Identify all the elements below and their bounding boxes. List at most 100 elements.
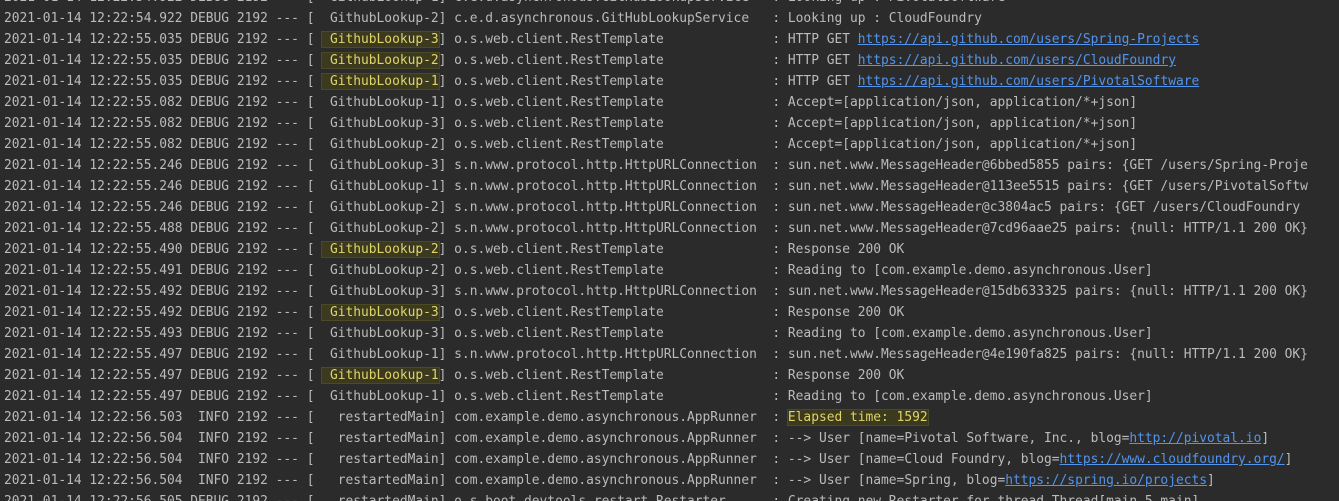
log-pid: 2192 xyxy=(236,473,268,488)
log-timestamp: 2021-01-14 12:22:56.505 xyxy=(4,494,183,501)
log-logger: com.example.demo.asynchronous.AppRunner xyxy=(454,410,765,425)
log-level: DEBUG xyxy=(190,32,230,47)
log-thread: GithubLookup-1 xyxy=(322,0,439,5)
log-thread: GithubLookup-1 xyxy=(322,95,439,110)
log-thread: restartedMain xyxy=(322,473,439,488)
log-thread: GithubLookup-1 xyxy=(322,347,439,362)
log-message: sun.net.www.MessageHeader@7cd96aae25 pai… xyxy=(787,221,1308,236)
log-message: sun.net.www.MessageHeader@c3804ac5 pairs… xyxy=(787,200,1301,215)
log-thread: GithubLookup-3 xyxy=(322,116,439,131)
log-logger: o.s.web.client.RestTemplate xyxy=(454,242,765,257)
log-message-tail: ] xyxy=(1207,473,1215,488)
log-pid: 2192 xyxy=(236,347,268,362)
log-line: 2021-01-14 12:22:55.497 DEBUG 2192 --- [… xyxy=(4,347,1308,362)
log-pid: 2192 xyxy=(236,95,268,110)
log-level: DEBUG xyxy=(190,494,229,501)
log-message: --> User [name=Spring, blog= xyxy=(787,473,1006,488)
log-logger: s.n.www.protocol.http.HttpURLConnection xyxy=(454,200,765,215)
log-timestamp: 2021-01-14 12:22:55.497 xyxy=(4,368,183,383)
log-logger: o.s.web.client.RestTemplate xyxy=(454,389,765,404)
log-level: INFO xyxy=(190,473,230,488)
log-link[interactable]: https://api.github.com/users/CloudFoundr… xyxy=(858,53,1176,68)
log-level: DEBUG xyxy=(190,242,230,257)
log-link[interactable]: https://spring.io/projects xyxy=(1005,473,1207,488)
log-message-tail: ] xyxy=(1284,452,1293,467)
log-thread: GithubLookup-3 xyxy=(322,158,439,173)
log-link[interactable]: http://pivotal.io xyxy=(1129,431,1261,446)
log-logger: o.s.web.client.RestTemplate xyxy=(454,263,765,278)
log-thread: GithubLookup-1 xyxy=(322,179,439,194)
log-pid: 2192 xyxy=(236,158,268,173)
log-pid: 2192 xyxy=(236,74,268,89)
log-thread: restartedMain xyxy=(322,431,439,446)
log-logger: o.s.boot.devtools.restart.Restarter xyxy=(454,494,764,501)
log-message: HTTP GET xyxy=(787,32,858,47)
log-link[interactable]: https://www.cloudfoundry.org/ xyxy=(1060,452,1285,467)
log-pid: 2192 xyxy=(236,11,268,26)
log-timestamp: 2021-01-14 12:22:55.035 xyxy=(4,32,183,47)
log-level: INFO xyxy=(190,452,230,467)
log-timestamp: 2021-01-14 12:22:55.082 xyxy=(4,116,183,131)
log-link[interactable]: https://api.github.com/users/Spring-Proj… xyxy=(858,32,1199,47)
log-line: 2021-01-14 12:22:55.082 DEBUG 2192 --- [… xyxy=(4,95,1138,110)
log-timestamp: 2021-01-14 12:22:56.503 xyxy=(4,410,183,425)
log-timestamp: 2021-01-14 12:22:55.082 xyxy=(4,137,183,152)
log-logger: o.s.web.client.RestTemplate xyxy=(454,116,765,131)
log-level: DEBUG xyxy=(190,74,230,89)
log-logger: com.example.demo.asynchronous.AppRunner xyxy=(454,473,765,488)
log-thread: GithubLookup-2 xyxy=(322,137,439,152)
log-timestamp: 2021-01-14 12:22:55.082 xyxy=(4,95,183,110)
log-timestamp: 2021-01-14 12:22:55.035 xyxy=(4,74,183,89)
log-link[interactable]: https://api.github.com/users/PivotalSoft… xyxy=(858,74,1199,89)
log-logger: o.s.web.client.RestTemplate xyxy=(454,95,765,110)
log-message: sun.net.www.MessageHeader@15db633325 pai… xyxy=(787,284,1308,299)
log-message: Response 200 OK xyxy=(787,242,905,257)
log-pid: 2192 xyxy=(236,53,268,68)
log-message: sun.net.www.MessageHeader@113ee5515 pair… xyxy=(787,179,1308,194)
log-level: DEBUG xyxy=(190,11,230,26)
log-pid: 2192 xyxy=(236,116,268,131)
log-level: DEBUG xyxy=(190,284,230,299)
log-logger: o.s.web.client.RestTemplate xyxy=(454,74,765,89)
log-level: INFO xyxy=(190,431,230,446)
log-timestamp: 2021-01-14 12:22:56.504 xyxy=(4,431,183,446)
log-timestamp: 2021-01-14 12:22:55.246 xyxy=(4,179,183,194)
log-line: 2021-01-14 12:22:56.503 INFO 2192 --- [ … xyxy=(4,409,929,426)
log-line: 2021-01-14 12:22:55.497 DEBUG 2192 --- [… xyxy=(4,389,1153,404)
log-line: 2021-01-14 12:22:55.035 DEBUG 2192 --- [… xyxy=(4,73,1200,90)
log-thread: GithubLookup-2 xyxy=(322,11,439,26)
log-message: Accept=[application/json, application/*+… xyxy=(787,116,1138,131)
log-thread: GithubLookup-3 xyxy=(322,326,439,341)
log-message: HTTP GET xyxy=(787,53,858,68)
log-level: INFO xyxy=(190,410,230,425)
log-message: Accept=[application/json, application/*+… xyxy=(787,137,1138,152)
log-message: Accept=[application/json, application/*+… xyxy=(787,95,1138,110)
log-timestamp: 2021-01-14 12:22:56.504 xyxy=(4,473,183,488)
log-pid: 2192 xyxy=(237,494,268,501)
log-timestamp: 2021-01-14 12:22:54.922 xyxy=(4,11,183,26)
log-pid: 2192 xyxy=(236,242,268,257)
console-output[interactable]: 2021-01-14 12:22:54.922 DEBUG 2192 --- [… xyxy=(0,0,1339,501)
log-thread: GithubLookup-2 xyxy=(321,52,440,69)
log-level: DEBUG xyxy=(190,389,230,404)
log-logger: s.n.www.protocol.http.HttpURLConnection xyxy=(454,179,765,194)
log-logger: o.s.web.client.RestTemplate xyxy=(454,53,765,68)
log-line: 2021-01-14 12:22:56.504 INFO 2192 --- [ … xyxy=(4,452,1293,467)
log-message: sun.net.www.MessageHeader@4e190fa825 pai… xyxy=(787,347,1308,362)
log-thread: restartedMain xyxy=(322,494,439,501)
log-pid: 2192 xyxy=(237,0,268,5)
log-line: 2021-01-14 12:22:56.504 INFO 2192 --- [ … xyxy=(4,473,1215,488)
log-timestamp: 2021-01-14 12:22:55.492 xyxy=(4,284,183,299)
log-level: DEBUG xyxy=(190,368,230,383)
log-message: Response 200 OK xyxy=(787,368,905,383)
log-logger: s.n.www.protocol.http.HttpURLConnection xyxy=(454,158,765,173)
log-timestamp: 2021-01-14 12:22:55.488 xyxy=(4,221,183,236)
log-level: DEBUG xyxy=(190,0,229,5)
log-message: Looking up : PivotalSoftware xyxy=(788,0,1005,5)
log-level: DEBUG xyxy=(190,347,230,362)
log-level: DEBUG xyxy=(190,326,230,341)
log-line: 2021-01-14 12:22:55.492 DEBUG 2192 --- [… xyxy=(4,284,1308,299)
log-message-tail: ] xyxy=(1261,431,1270,446)
log-logger: com.example.demo.asynchronous.AppRunner xyxy=(454,431,765,446)
log-logger: o.s.web.client.RestTemplate xyxy=(454,368,765,383)
